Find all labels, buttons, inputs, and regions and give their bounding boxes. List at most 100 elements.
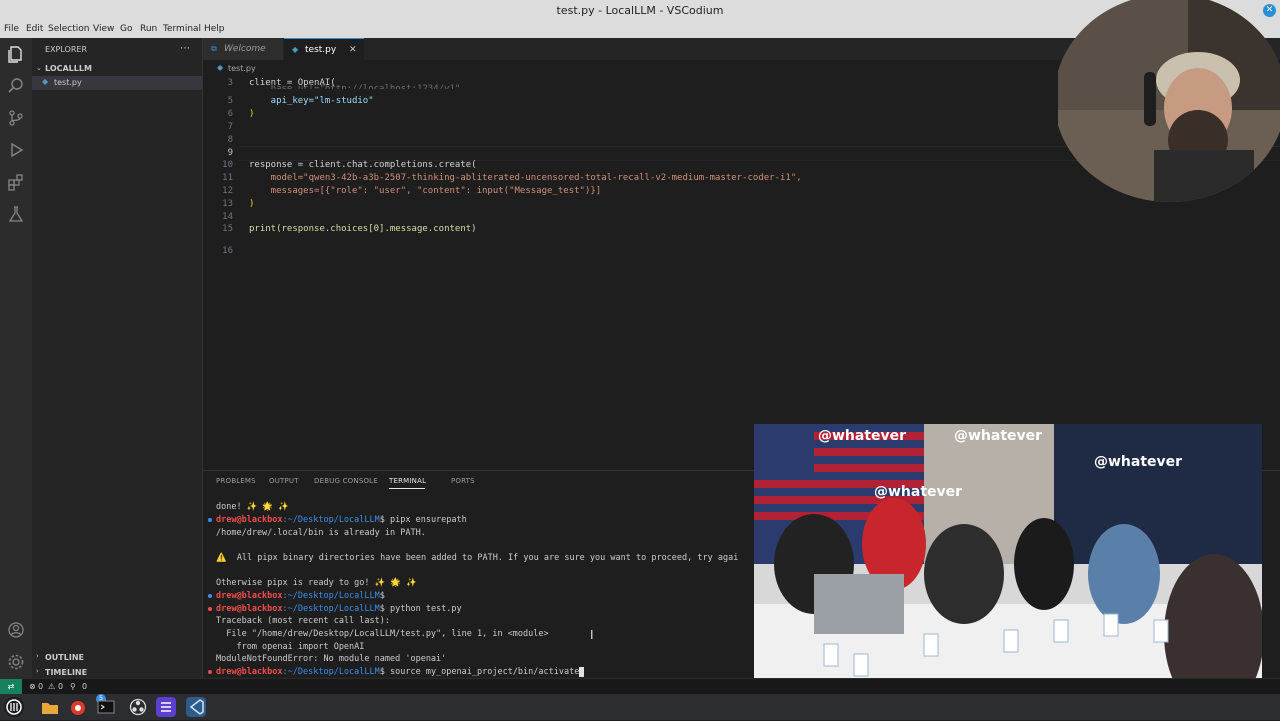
studio-watermark: @whatever — [954, 428, 1043, 444]
studio-watermark: @whatever — [874, 484, 963, 500]
line-number: 14 — [222, 212, 233, 222]
terminal-line: ⚠️ All pipx binary directories have been… — [216, 553, 739, 563]
code-line: ) — [249, 199, 255, 209]
menu-help[interactable]: Help — [204, 24, 225, 34]
search-icon[interactable] — [6, 76, 26, 96]
start-menu-icon[interactable] — [4, 697, 24, 717]
tab-label: test.py — [305, 45, 337, 55]
line-number: 5 — [227, 96, 233, 106]
outline-section[interactable]: OUTLINE — [45, 653, 84, 662]
obs-icon[interactable] — [128, 697, 148, 717]
explorer-icon[interactable] — [6, 44, 26, 64]
terminal-line: from openai import OpenAI — [216, 642, 365, 652]
explorer-header: EXPLORER — [45, 45, 87, 54]
welcome-icon: ⧉ — [211, 44, 217, 53]
folder-localllm[interactable]: LOCALLLM — [45, 64, 92, 73]
warning-icon[interactable]: ⚠ — [48, 682, 55, 691]
remote-indicator-icon[interactable]: ⇄ — [0, 679, 22, 695]
testing-icon[interactable] — [6, 204, 26, 224]
source-control-icon[interactable] — [6, 108, 26, 128]
terminal-line: Otherwise pipx is ready to go! ✨ 🌟 ✨ — [216, 578, 417, 588]
line-number: 12 — [222, 186, 233, 196]
chevron-right-icon[interactable]: › — [36, 667, 39, 675]
terminal-command-line: drew@blackbox:~/Desktop/LocalLLM$ source… — [216, 667, 585, 677]
studio-watermark: @whatever — [818, 428, 907, 444]
tab-welcome[interactable]: ⧉ Welcome — [203, 38, 284, 60]
more-actions-icon[interactable]: ⋯ — [180, 43, 190, 54]
text-cursor-icon: I — [590, 628, 594, 642]
code-line-clipped: base_url="http://localhost:1234/v1", — [249, 84, 466, 89]
line-number: 13 — [222, 199, 233, 209]
chevron-down-icon[interactable]: ⌄ — [36, 64, 42, 72]
line-number: 3 — [227, 78, 233, 88]
code-line: api_key="lm-studio" — [249, 96, 374, 106]
code-line: messages=[{"role": "user", "content": in… — [249, 186, 602, 196]
line-number: 16 — [222, 246, 233, 256]
terminal-app-icon[interactable] — [96, 697, 116, 717]
line-number: 6 — [227, 109, 233, 119]
browser-icon[interactable]: 5 — [68, 694, 106, 717]
studio-video-overlay: @whatever @whatever @whatever @whatever — [754, 424, 1262, 710]
status-bar: ⇄ ⊗ 0 ⚠ 0 ⚲ 0 — [0, 678, 1280, 695]
line-number: 15 — [222, 224, 233, 234]
vscodium-icon[interactable] — [186, 697, 206, 717]
terminal-line: Traceback (most recent call last): — [216, 616, 390, 626]
close-tab-icon[interactable]: ✕ — [349, 39, 357, 61]
settings-gear-icon[interactable] — [6, 652, 26, 672]
command-success-icon — [208, 594, 212, 598]
activity-bar — [0, 38, 32, 678]
terminal-command-line: drew@blackbox:~/Desktop/LocalLLM$ python… — [216, 604, 462, 614]
chevron-right-icon[interactable]: › — [36, 652, 39, 660]
code-line: response = client.chat.completions.creat… — [249, 160, 477, 170]
tab-test-py[interactable]: ◆ test.py ✕ — [284, 38, 364, 61]
menu-file[interactable]: File — [4, 24, 19, 34]
webcam-overlay — [1058, 0, 1280, 210]
code-line: print(response.choices[0].message.conten… — [249, 224, 477, 234]
ports-count[interactable]: 0 — [82, 682, 87, 691]
files-icon[interactable] — [40, 697, 60, 717]
line-number: 11 — [222, 173, 233, 183]
command-success-icon — [208, 518, 212, 522]
run-debug-icon[interactable] — [6, 140, 26, 160]
line-number: 8 — [227, 135, 233, 145]
breadcrumb[interactable]: test.py — [228, 64, 256, 73]
app-launcher-icon[interactable] — [156, 697, 176, 717]
explorer-sidebar: EXPLORER ⋯ ⌄ LOCALLLM ◆ test.py › OUTLIN… — [32, 38, 203, 678]
python-file-icon: ◆ — [42, 77, 49, 86]
line-number: 7 — [227, 122, 233, 132]
error-icon[interactable]: ⊗ — [29, 682, 36, 691]
code-line: model="qwen3-42b-a3b-2507-thinking-ablit… — [249, 173, 802, 183]
menu-go[interactable]: Go — [120, 24, 132, 34]
menu-view[interactable]: View — [93, 24, 114, 34]
tab-problems[interactable]: PROBLEMS — [216, 477, 256, 485]
menu-edit[interactable]: Edit — [26, 24, 43, 34]
taskbar: 5 — [0, 694, 1280, 720]
terminal-line: done! ✨ 🌟 ✨ — [216, 502, 289, 512]
extensions-icon[interactable] — [6, 172, 26, 192]
python-file-icon: ◆ — [292, 45, 299, 54]
tab-terminal[interactable]: TERMINAL — [389, 477, 426, 485]
terminal-line: /home/drew/.local/bin is already in PATH… — [216, 528, 426, 538]
terminal-command-line: drew@blackbox:~/Desktop/LocalLLM$ pipx e… — [216, 515, 467, 525]
menu-run[interactable]: Run — [140, 24, 157, 34]
terminal-command-line: drew@blackbox:~/Desktop/LocalLLM$ — [216, 591, 385, 601]
command-error-icon — [208, 607, 212, 611]
terminal-line: File "/home/drew/Desktop/LocalLLM/test.p… — [216, 629, 549, 639]
terminal-line: ModuleNotFoundError: No module named 'op… — [216, 654, 447, 664]
ports-icon[interactable]: ⚲ — [70, 682, 76, 691]
menu-terminal[interactable]: Terminal — [163, 24, 201, 34]
command-error-icon — [208, 670, 212, 674]
line-number: 9 — [227, 148, 233, 158]
tab-output[interactable]: OUTPUT — [269, 477, 299, 485]
timeline-section[interactable]: TIMELINE — [45, 668, 87, 677]
file-item-test-py[interactable]: ◆ test.py — [32, 76, 202, 90]
menu-selection[interactable]: Selection — [48, 24, 89, 34]
warning-count[interactable]: 0 — [58, 682, 63, 691]
account-icon[interactable] — [6, 620, 26, 640]
error-count[interactable]: 0 — [38, 682, 43, 691]
code-line: ) — [249, 109, 255, 119]
tab-ports[interactable]: PORTS — [451, 477, 475, 485]
tab-debug-console[interactable]: DEBUG CONSOLE — [314, 477, 378, 485]
line-number: 10 — [222, 160, 233, 170]
python-file-icon: ◆ — [217, 63, 224, 72]
